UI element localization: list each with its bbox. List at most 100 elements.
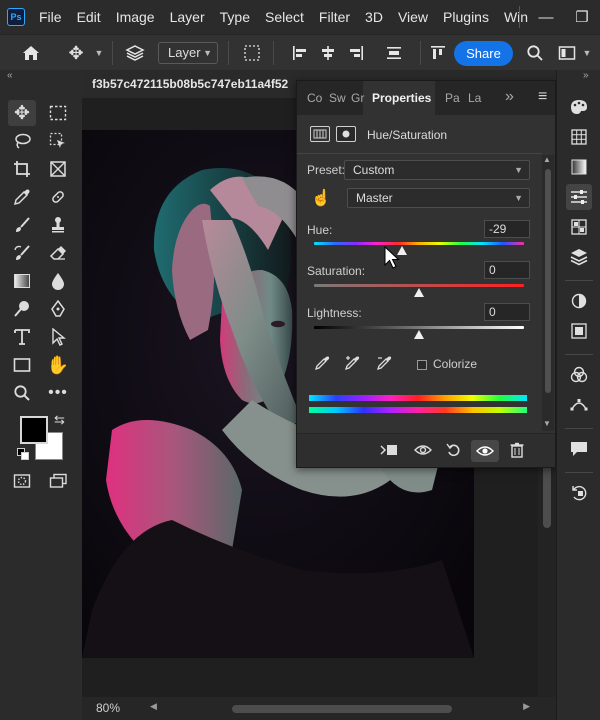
scroll-up-icon[interactable]: ▲ [543,155,551,164]
tabs-overflow-icon[interactable]: » [505,88,514,106]
menu-3d[interactable]: 3D [365,9,383,25]
libraries-panel-icon[interactable] [566,318,592,344]
default-colors-icon[interactable] [17,448,29,460]
eyedropper-plus-icon[interactable] [344,355,362,374]
eyedropper-icon[interactable] [314,355,330,374]
swap-colors-icon[interactable]: ⇆ [54,412,65,428]
hand-tool[interactable]: ✋ [44,352,72,378]
tab-layers[interactable]: La [468,91,481,105]
paths-panel-icon[interactable] [566,392,592,418]
toggle-visibility-icon[interactable] [471,440,499,462]
history-brush-tool[interactable] [8,240,36,266]
menu-view[interactable]: View [398,9,428,25]
tab-properties[interactable]: Properties [372,91,431,105]
vertical-scroll-thumb[interactable] [543,458,551,528]
saturation-input[interactable]: 0 [484,261,530,279]
auto-select-layers-icon[interactable] [124,43,146,63]
menu-filter[interactable]: Filter [319,9,350,25]
quick-mask-icon[interactable] [8,468,36,494]
view-previous-state-icon[interactable] [413,442,433,462]
marquee-tool[interactable] [44,100,72,126]
transform-controls-icon[interactable] [241,43,263,63]
eyedropper-tool[interactable] [8,184,36,210]
zoom-tool[interactable] [8,380,36,406]
menu-layer[interactable]: Layer [170,9,205,25]
horizontal-scroll-thumb[interactable] [232,705,452,713]
move-tool[interactable]: ✥ [8,100,36,126]
share-button[interactable]: Share [454,41,513,66]
menu-file[interactable]: File [39,9,62,25]
minimize-button[interactable]: — [528,0,564,34]
object-selection-tool[interactable] [44,128,72,154]
layer-mask-icon[interactable] [336,126,356,142]
adjustment-layer-icon[interactable] [310,126,330,142]
menu-plugins[interactable]: Plugins [443,9,489,25]
hue-input[interactable]: -29 [484,220,530,238]
distribute-vertical-icon[interactable] [384,43,404,63]
comments-panel-icon[interactable] [566,436,592,462]
pen-tool[interactable] [44,296,72,322]
crop-tool[interactable] [8,156,36,182]
color-panel-icon[interactable] [566,94,592,120]
horizontal-scrollbar[interactable]: ◀ ▶ [150,701,530,713]
panel-scrollbar[interactable]: ▲ ▼ [542,155,554,431]
gradients-panel-icon[interactable] [566,154,592,180]
history-panel-icon[interactable] [566,480,592,506]
targeted-adjustment-hand-icon[interactable]: ☝ [311,188,331,208]
panel-scroll-thumb[interactable] [545,169,551,393]
eraser-tool[interactable] [44,240,72,266]
clone-stamp-tool[interactable] [44,212,72,238]
scroll-left-icon[interactable]: ◀ [150,701,157,712]
delete-icon[interactable] [510,442,524,462]
saturation-slider-track[interactable] [314,284,524,287]
styles-panel-icon[interactable] [566,362,592,388]
lightness-slider-track[interactable] [314,326,524,329]
lasso-tool[interactable] [8,128,36,154]
panel-menu-icon[interactable]: ≡ [538,88,547,106]
swatches-panel-icon[interactable] [566,124,592,150]
blur-tool[interactable] [44,268,72,294]
channels-panel-icon[interactable] [566,214,592,240]
rectangle-tool[interactable] [8,352,36,378]
workspace-icon[interactable] [556,43,578,63]
collapse-panel-icon[interactable]: « [7,70,12,81]
chevron-down-icon[interactable]: ▼ [582,45,592,61]
auto-select-target-dropdown[interactable]: Layer ▼ [158,42,218,64]
search-icon[interactable] [524,43,546,63]
menu-type[interactable]: Type [220,9,250,25]
chevron-down-icon[interactable]: ▼ [94,45,104,61]
brush-tool[interactable] [8,212,36,238]
lightness-input[interactable]: 0 [484,303,530,321]
zoom-level[interactable]: 80% [96,701,120,715]
tab-paths[interactable]: Pa [445,91,460,105]
menu-image[interactable]: Image [116,9,155,25]
more-tools-icon[interactable]: ••• [44,380,72,406]
layers-panel-icon[interactable] [566,244,592,270]
path-selection-tool[interactable] [44,324,72,350]
preset-dropdown[interactable]: Custom ▼ [344,160,530,180]
hue-slider-track[interactable] [314,242,524,245]
restore-button[interactable]: ❐ [564,0,600,34]
healing-brush-tool[interactable] [44,184,72,210]
menu-edit[interactable]: Edit [77,9,101,25]
move-tool-icon[interactable]: ✥ [66,43,86,63]
home-icon[interactable] [20,43,42,63]
reset-icon[interactable] [446,442,462,462]
tab-color[interactable]: Co [307,91,322,105]
properties-panel-icon[interactable] [566,184,592,210]
scroll-right-icon[interactable]: ▶ [523,701,530,712]
eyedropper-minus-icon[interactable] [376,355,394,374]
lightness-slider-thumb[interactable] [414,330,424,339]
menu-select[interactable]: Select [265,9,304,25]
dodge-tool[interactable] [8,296,36,322]
adjustments-panel-icon[interactable] [566,288,592,314]
frame-tool[interactable] [44,156,72,182]
saturation-slider-thumb[interactable] [414,288,424,297]
scroll-down-icon[interactable]: ▼ [543,419,551,428]
type-tool[interactable] [8,324,36,350]
screen-mode-icon[interactable] [44,468,72,494]
colorize-checkbox[interactable] [417,360,427,370]
tab-gradients[interactable]: Gr [351,91,364,105]
collapse-dock-icon[interactable]: » [583,70,588,81]
align-right-icon[interactable] [346,43,366,63]
